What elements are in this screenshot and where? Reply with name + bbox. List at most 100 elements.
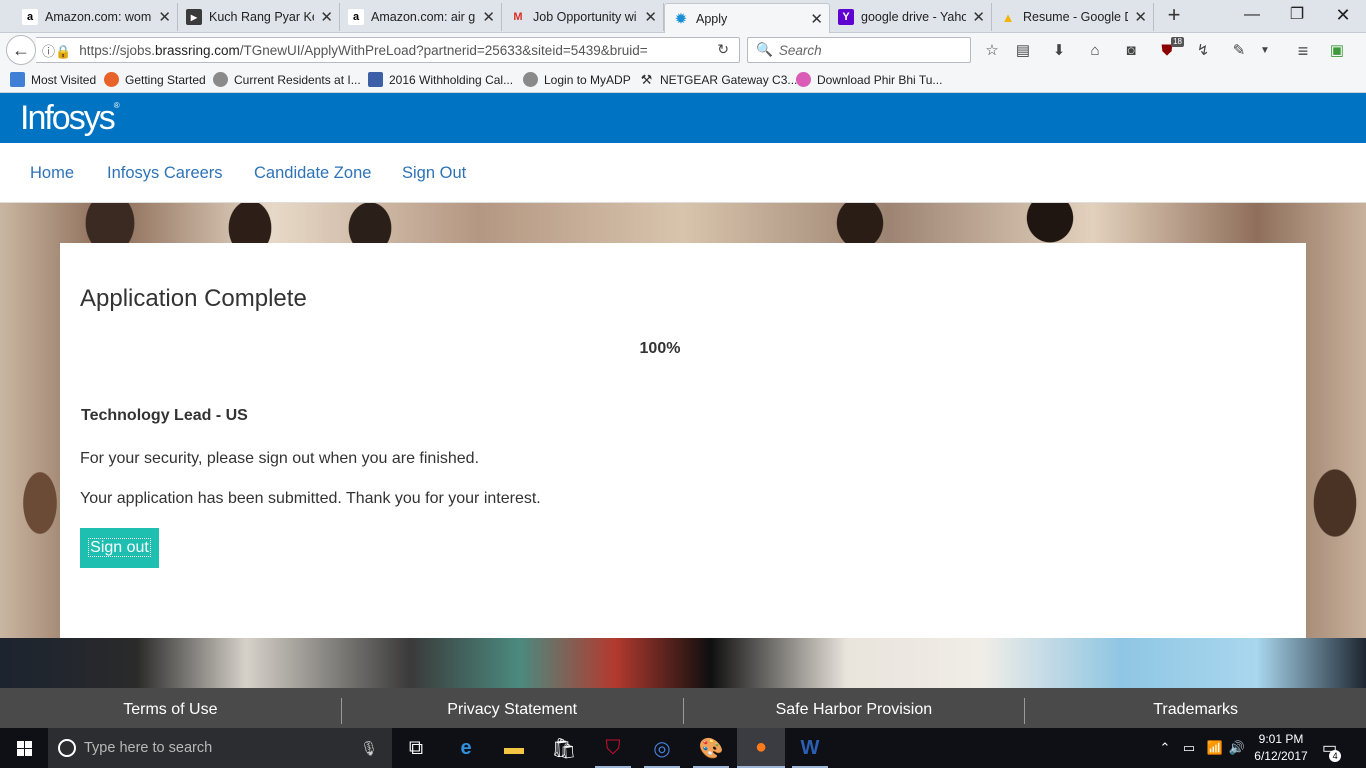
url-path: /TGnewUI/ApplyWithPreLoad?partnerid=2563… <box>239 42 648 58</box>
bookmark-current-residents[interactable]: Current Residents at I... <box>213 72 361 87</box>
taskbar-search-input[interactable]: Type here to search 🎙 <box>48 728 392 768</box>
chevron-down-icon[interactable]: ▼ <box>1254 41 1276 61</box>
bookmark-download-phir[interactable]: Download Phir Bhi Tu... <box>796 72 942 87</box>
notification-center-icon[interactable]: ▭ 4 <box>1322 738 1342 762</box>
close-icon[interactable]: ✕ <box>158 8 171 26</box>
task-view-icon[interactable]: ⧉ <box>392 728 440 768</box>
colorful-ball-icon <box>796 72 811 87</box>
site-header: Infosys® <box>0 93 1366 143</box>
minimize-button[interactable]: — <box>1229 4 1275 26</box>
tab-amazon-1[interactable]: a Amazon.com: wom ✕ <box>14 3 178 31</box>
site-info-icon[interactable]: ⓘ🔒 <box>42 41 71 60</box>
tab-amazon-2[interactable]: a Amazon.com: air g ✕ <box>340 3 502 31</box>
battery-icon[interactable]: ▭ <box>1178 728 1200 768</box>
download-icon[interactable]: ⬇ <box>1048 41 1070 61</box>
logo-text: Infosys <box>20 99 116 137</box>
url-host: brassring.com <box>154 42 240 58</box>
file-explorer-icon[interactable]: ▬ <box>490 728 538 768</box>
menu-icon[interactable]: ≡ <box>1292 41 1314 61</box>
footer-privacy-statement[interactable]: Privacy Statement <box>342 688 683 728</box>
chevron-up-icon[interactable]: ⌃ <box>1156 728 1174 768</box>
site-nav: Home Infosys Careers Candidate Zone Sign… <box>0 143 1366 203</box>
bookmark-myadp[interactable]: Login to MyADP <box>523 72 631 87</box>
bookmarks-bar: Most Visited Getting Started Current Res… <box>0 67 1366 93</box>
footer-trademarks[interactable]: Trademarks <box>1025 688 1366 728</box>
bookmark-most-visited[interactable]: Most Visited <box>10 72 96 87</box>
bookmark-netgear[interactable]: ⚒ NETGEAR Gateway C3... <box>639 72 798 87</box>
reload-icon[interactable]: ↻ <box>717 41 729 58</box>
tools-icon: ⚒ <box>640 72 653 87</box>
tab-video[interactable]: ▶ Kuch Rang Pyar Ke ✕ <box>178 3 340 31</box>
word-icon[interactable]: W <box>786 728 834 768</box>
clock-time: 9:01 PM <box>1258 732 1304 746</box>
close-icon[interactable]: ✕ <box>482 8 495 26</box>
bookmark-getting-started[interactable]: Getting Started <box>104 72 206 87</box>
tab-label: Resume - Google D <box>1023 10 1129 24</box>
app-circle-icon[interactable]: ◎ <box>638 728 686 768</box>
reading-list-icon[interactable]: ▤ <box>1012 41 1034 61</box>
back-button[interactable]: ← <box>6 35 36 65</box>
taskbar-search-placeholder: Type here to search <box>84 740 213 756</box>
globe-icon <box>523 72 538 87</box>
addon-shield-icon[interactable]: ▣ <box>1326 41 1348 61</box>
progress-percent: 100% <box>639 340 681 357</box>
ublock-icon[interactable]: ⛊ 18 <box>1156 37 1184 61</box>
clock-date: 6/12/2017 <box>1254 749 1308 763</box>
firefox-icon[interactable]: ● <box>737 728 785 768</box>
close-icon[interactable]: ✕ <box>972 8 985 26</box>
tab-gmail[interactable]: M Job Opportunity wi ✕ <box>502 3 664 31</box>
restore-button[interactable]: ❐ <box>1274 4 1320 26</box>
arrow-left-icon: ← <box>12 39 30 60</box>
extension-icon[interactable]: ↯ <box>1192 41 1214 61</box>
tab-apply[interactable]: ✹ Apply ✕ <box>664 3 830 33</box>
bookmark-star-icon[interactable]: ☆ <box>981 41 1003 61</box>
site-footer: Terms of Use Privacy Statement Safe Harb… <box>0 688 1366 728</box>
home-icon[interactable]: ⌂ <box>1084 41 1106 61</box>
tab-google-drive[interactable]: ▲ Resume - Google D ✕ <box>992 3 1154 31</box>
url-bar[interactable]: ⓘ🔒 https://sjobs. brassring.com/TGnewUI/A… <box>36 37 740 63</box>
store-icon[interactable]: 🛍 <box>540 728 588 768</box>
close-icon[interactable]: ✕ <box>644 8 657 26</box>
application-card: Application Complete 100% Technology Lea… <box>60 243 1306 638</box>
window-close-button[interactable]: ✕ <box>1320 4 1366 26</box>
bookmark-label: Download Phir Bhi Tu... <box>817 72 943 87</box>
bookmark-withholding[interactable]: 2016 Withholding Cal... <box>368 72 513 87</box>
tab-label: google drive - Yaho <box>861 10 967 24</box>
browser-search-input[interactable]: 🔍 Search <box>747 37 971 63</box>
wifi-icon[interactable]: 📶 <box>1204 728 1226 768</box>
browser-nav-bar: ← ⓘ🔒 https://sjobs. brassring.com/TGnewUI… <box>0 33 1366 67</box>
nav-home[interactable]: Home <box>30 164 74 183</box>
volume-icon[interactable]: 🔊 <box>1226 728 1248 768</box>
paint-icon[interactable]: 🎨 <box>687 728 735 768</box>
nav-infosys-careers[interactable]: Infosys Careers <box>107 164 223 183</box>
new-tab-button[interactable]: + <box>1162 4 1186 28</box>
nav-sign-out[interactable]: Sign Out <box>402 164 466 183</box>
bookmark-folder-icon <box>10 72 25 87</box>
bookmark-label: Current Residents at I... <box>234 72 361 87</box>
video-icon: ▶ <box>186 9 202 25</box>
notification-count: 4 <box>1329 750 1342 762</box>
seal-icon <box>368 72 383 87</box>
tab-yahoo[interactable]: Y google drive - Yaho ✕ <box>830 3 992 31</box>
job-title: Technology Lead - US <box>81 407 248 424</box>
footer-safe-harbor[interactable]: Safe Harbor Provision <box>684 688 1025 728</box>
sign-out-button[interactable]: Sign out <box>80 528 159 568</box>
bookmark-label: Most Visited <box>31 72 97 87</box>
microphone-icon[interactable]: 🎙 <box>360 740 378 757</box>
pocket-icon[interactable]: ◙ <box>1120 41 1142 61</box>
bookmark-label: Login to MyADP <box>544 72 631 87</box>
close-icon[interactable]: ✕ <box>810 10 823 28</box>
close-icon[interactable]: ✕ <box>320 8 333 26</box>
screenshot-icon[interactable]: ✎ <box>1228 41 1250 61</box>
footer-terms-of-use[interactable]: Terms of Use <box>0 688 341 728</box>
close-icon[interactable]: ✕ <box>1134 8 1147 26</box>
taskbar-clock[interactable]: 9:01 PM 6/12/2017 <box>1248 731 1314 765</box>
start-button[interactable] <box>0 728 48 768</box>
mcafee-icon[interactable]: ⛉ <box>589 728 637 768</box>
windows-taskbar: Type here to search 🎙 ⧉ e ▬ 🛍 ⛉ ◎ 🎨 ● W … <box>0 728 1366 768</box>
nav-candidate-zone[interactable]: Candidate Zone <box>254 164 371 183</box>
hero-photo-strip <box>0 638 1366 688</box>
edge-icon[interactable]: e <box>442 728 490 768</box>
infosys-logo[interactable]: Infosys® <box>20 99 120 138</box>
windows-logo-icon <box>16 740 32 756</box>
